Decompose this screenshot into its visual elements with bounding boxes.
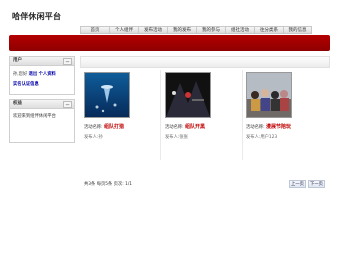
main-nav: 首页 个人组伴 发布活动 我的发布 我的参与 组社活动 往分类系 我的信息 — [80, 26, 312, 34]
verify-link[interactable]: 实名认证信息 — [13, 82, 39, 87]
user-panel-header: 用户 — — [10, 57, 74, 66]
user-panel-body: 孙,您好 退出 个人资料 实名认证信息 — [10, 66, 74, 94]
collapse-button[interactable]: — — [63, 58, 72, 65]
activity-image-underwater[interactable] — [84, 72, 130, 118]
help-panel-title: 权益 — [13, 101, 22, 106]
activity-card: 活动名称: 漫展节陪玩 发布人:用户123 — [246, 72, 292, 140]
activity-publisher: 发布人:用户123 — [246, 135, 278, 140]
greeting-text: 孙,您好 — [13, 72, 28, 77]
activity-name[interactable]: 漫展节陪玩 — [266, 124, 291, 130]
logout-link[interactable]: 退出 — [29, 72, 38, 77]
activity-card: 活动名称: 组队打猎 发布人:孙 — [84, 72, 130, 140]
activity-image-crowd[interactable] — [246, 72, 292, 118]
nav-home[interactable]: 首页 — [80, 26, 109, 34]
user-panel: 用户 — 孙,您好 退出 个人资料 实名认证信息 — [9, 56, 75, 95]
activity-name[interactable]: 组队打猎 — [104, 124, 124, 130]
activity-title-row: 活动名称: 组队开黑 — [165, 123, 211, 130]
activity-publisher: 发布人:张张 — [165, 135, 188, 140]
nav-publish-activity[interactable]: 发布活动 — [138, 26, 167, 34]
nav-personal[interactable]: 个人组伴 — [109, 26, 138, 34]
site-title: 哈伴休闲平台 — [12, 12, 62, 21]
collapse-button[interactable]: — — [63, 101, 72, 108]
activity-title-row: 活动名称: 组队打猎 — [84, 123, 130, 130]
help-panel: 权益 — 欢迎来到组伴休闲平台 — [9, 99, 75, 143]
activity-label: 活动名称: — [165, 125, 184, 130]
card-divider — [160, 70, 161, 160]
header-banner — [9, 35, 330, 51]
activity-card: 活动名称: 组队开黑 发布人:张张 — [165, 72, 211, 140]
help-panel-body: 欢迎来到组伴休闲平台 — [10, 109, 74, 124]
nav-my-info[interactable]: 我的信息 — [283, 26, 312, 34]
activity-image-game[interactable] — [165, 72, 211, 118]
activity-label: 活动名称: — [246, 125, 265, 130]
welcome-text: 欢迎来到组伴休闲平台 — [13, 114, 56, 119]
profile-link[interactable]: 个人资料 — [39, 72, 56, 77]
nav-group-activity[interactable]: 组社活动 — [225, 26, 254, 34]
nav-my-joined[interactable]: 我的参与 — [196, 26, 225, 34]
activity-label: 活动名称: — [84, 125, 103, 130]
nav-my-published[interactable]: 我的发布 — [167, 26, 196, 34]
user-panel-title: 用户 — [13, 58, 22, 63]
activity-publisher: 发布人:孙 — [84, 135, 103, 140]
activity-title-row: 活动名称: 漫展节陪玩 — [246, 123, 292, 130]
content-header-bar — [80, 56, 330, 68]
prev-page-button[interactable]: 上一页 — [289, 180, 306, 188]
activity-name[interactable]: 组队开黑 — [185, 124, 205, 130]
next-page-button[interactable]: 下一页 — [308, 180, 325, 188]
nav-categories[interactable]: 往分类系 — [254, 26, 283, 34]
pagination-info: 共3条 每页5条 页次: 1/1 — [84, 182, 133, 187]
help-panel-header: 权益 — — [10, 100, 74, 109]
card-divider — [242, 70, 243, 160]
